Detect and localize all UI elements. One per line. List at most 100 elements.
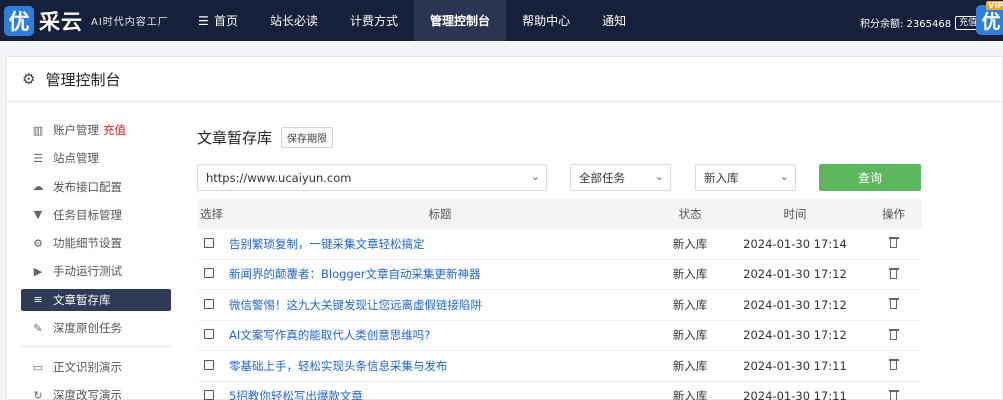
article-title-link[interactable]: 微信警惕！这九大关键发现让您远离虚假链接陷阱	[225, 297, 655, 313]
article-status: 新入库	[672, 297, 708, 312]
trash-icon[interactable]	[888, 297, 899, 310]
keep-period-button[interactable]: 保存期限	[281, 126, 334, 148]
row-checkbox[interactable]	[204, 329, 214, 340]
sidebar-divider	[21, 346, 171, 348]
article-table: 选择 标题 状态 时间 操作 告别繁琐复制，一键采集文章轻松搞定 新入库 2024-…	[197, 199, 922, 400]
trash-icon[interactable]	[888, 358, 899, 371]
trash-icon[interactable]	[888, 236, 899, 249]
row-op-cell	[865, 236, 922, 251]
header-select: 选择	[200, 207, 223, 221]
nav-notice[interactable]: 通知	[586, 0, 642, 41]
nav-help[interactable]: 帮助中心	[506, 0, 586, 41]
recharge-link[interactable]: 充值	[103, 122, 126, 138]
filter-icon: ▼	[33, 208, 43, 222]
row-select-cell	[197, 298, 225, 312]
chevron-down-icon: ⌄	[530, 170, 540, 183]
refresh-icon: ↻	[33, 388, 43, 400]
table-row: 微信警惕！这九大关键发现让您远离虚假链接陷阱 新入库 2024-01-30 17:1…	[197, 290, 922, 321]
sidebar-item-manual-test[interactable]: ▶ 手动运行测试	[21, 260, 171, 282]
row-checkbox[interactable]	[204, 237, 214, 248]
sidebar-item-rewrite-demo[interactable]: ↻ 深度改写演示	[21, 384, 171, 400]
bar-chart-icon: ▥	[32, 123, 44, 137]
sidebar-item-text-recognition-demo[interactable]: ▭ 正文识别演示	[21, 356, 171, 378]
nav-pricing[interactable]: 计费方式	[334, 0, 414, 41]
row-checkbox[interactable]	[204, 390, 214, 400]
sidebar-item-label: 手动运行测试	[53, 264, 122, 279]
row-select-cell	[197, 267, 225, 281]
sidebar-item-sites[interactable]: ☰ 站点管理	[21, 147, 171, 169]
edit-icon: ✎	[33, 321, 43, 335]
query-button[interactable]: 查询	[819, 164, 921, 191]
row-checkbox[interactable]	[204, 298, 214, 309]
article-title-link[interactable]: 告别繁琐复制，一键采集文章轻松搞定	[225, 236, 655, 252]
table-body: 告别繁琐复制，一键采集文章轻松搞定 新入库 2024-01-30 17:14 新闻界的…	[197, 229, 922, 400]
list-icon: ☰	[33, 151, 43, 165]
table-row: 零基础上手，轻松实现头条信息采集与发布 新入库 2024-01-30 17:11	[197, 351, 922, 382]
console-card: ⚙ 管理控制台 ▥ 账户管理 充值 ☰ 站点管理 ☁ 发布接口配置 ▼ 任务目标…	[6, 56, 1003, 400]
trash-icon[interactable]	[888, 267, 899, 279]
sidebar-item-label: 账户管理	[53, 123, 99, 137]
logo[interactable]: 优 采云 AI时代内容工厂	[4, 5, 169, 36]
monitor-icon: ▭	[32, 360, 44, 374]
gear-icon: ⚙	[22, 70, 36, 88]
article-title-link[interactable]: 新闻界的颠覆者：Blogger文章自动采集更新神器	[225, 266, 655, 282]
nav-label: 站长必读	[270, 14, 319, 28]
row-op-cell	[865, 297, 922, 312]
article-time: 2024-01-30 17:11	[743, 389, 847, 400]
header-title: 标题	[428, 207, 452, 221]
site-select-value: https://www.ucaiyun.com	[206, 170, 352, 185]
filter-bar: https://www.ucaiyun.com ⌄ 全部任务 ⌄ 新入库 ⌄ 查…	[197, 164, 922, 191]
row-op-cell	[865, 389, 922, 400]
header-op: 操作	[882, 207, 905, 221]
article-status: 新入库	[672, 389, 708, 400]
play-icon: ▶	[33, 264, 43, 278]
sidebar-item-task-targets[interactable]: ▼ 任务目标管理	[21, 204, 171, 226]
row-select-cell	[197, 359, 225, 373]
points-balance: 积分余额: 2365468 充值	[860, 15, 982, 30]
logo-name: 采云	[39, 8, 83, 34]
status-select[interactable]: 新入库 ⌄	[695, 164, 796, 191]
article-title-link[interactable]: AI文案写作真的能取代人类创意思维吗?	[225, 327, 655, 343]
logo-slogan: AI时代内容工厂	[91, 17, 169, 28]
section-title: 文章暂存库	[197, 128, 273, 147]
trash-icon[interactable]	[888, 389, 899, 400]
top-navbar: 优 采云 AI时代内容工厂 ☰ 首页 站长必读 计费方式 管理控制台 帮助中心 通…	[0, 0, 1003, 41]
table-row: 新闻界的颠覆者：Blogger文章自动采集更新神器 新入库 2024-01-30 1…	[197, 260, 922, 290]
row-op-cell	[865, 328, 922, 343]
sidebar-item-deep-original[interactable]: ✎ 深度原创任务	[21, 317, 171, 339]
table-row: AI文案写作真的能取代人类创意思维吗? 新入库 2024-01-30 17:12	[197, 321, 922, 351]
article-status: 新入库	[672, 358, 708, 373]
nav-must-read[interactable]: 站长必读	[254, 0, 334, 41]
database-icon: ≡	[33, 293, 43, 307]
row-checkbox[interactable]	[204, 268, 214, 279]
sidebar-item-account[interactable]: ▥ 账户管理 充值	[21, 119, 171, 141]
content-area: 文章暂存库 保存期限 https://www.ucaiyun.com ⌄ 全部任…	[197, 126, 922, 400]
nav-label: 帮助中心	[522, 14, 571, 28]
nav-label: 管理控制台	[430, 14, 491, 28]
article-status: 新入库	[672, 328, 708, 343]
nav-home[interactable]: ☰ 首页	[182, 0, 254, 41]
section-header: 文章暂存库 保存期限	[197, 126, 922, 148]
article-status: 新入库	[672, 236, 708, 251]
sidebar-item-label: 文章暂存库	[53, 292, 111, 307]
points-text: 积分余额: 2365468	[860, 19, 952, 30]
nav-label: 计费方式	[350, 14, 399, 28]
sidebar-item-publish-api[interactable]: ☁ 发布接口配置	[21, 176, 171, 198]
site-select[interactable]: https://www.ucaiyun.com ⌄	[197, 164, 547, 191]
chevron-down-icon: ⌄	[779, 170, 789, 183]
task-select[interactable]: 全部任务 ⌄	[570, 164, 671, 191]
trash-icon[interactable]	[888, 328, 899, 340]
sidebar-item-feature-settings[interactable]: ⚙ 功能细节设置	[21, 232, 171, 254]
table-row: 告别繁琐复制，一键采集文章轻松搞定 新入库 2024-01-30 17:14	[197, 229, 922, 260]
header-time: 时间	[783, 207, 807, 221]
vip-badge: VIP	[986, 1, 1003, 10]
row-checkbox[interactable]	[204, 359, 214, 370]
table-header: 选择 标题 状态 时间 操作	[197, 199, 922, 229]
article-title-link[interactable]: 零基础上手，轻松实现头条信息采集与发布	[225, 358, 655, 374]
article-title-link[interactable]: 5招教你轻松写出爆款文章	[225, 388, 655, 400]
sidebar-item-label: 功能细节设置	[53, 236, 122, 251]
row-select-cell	[197, 237, 225, 251]
sidebar-item-article-store[interactable]: ≡ 文章暂存库	[21, 288, 171, 311]
sidebar: ▥ 账户管理 充值 ☰ 站点管理 ☁ 发布接口配置 ▼ 任务目标管理 ⚙ 功能细…	[21, 119, 171, 400]
nav-console[interactable]: 管理控制台	[414, 0, 507, 41]
